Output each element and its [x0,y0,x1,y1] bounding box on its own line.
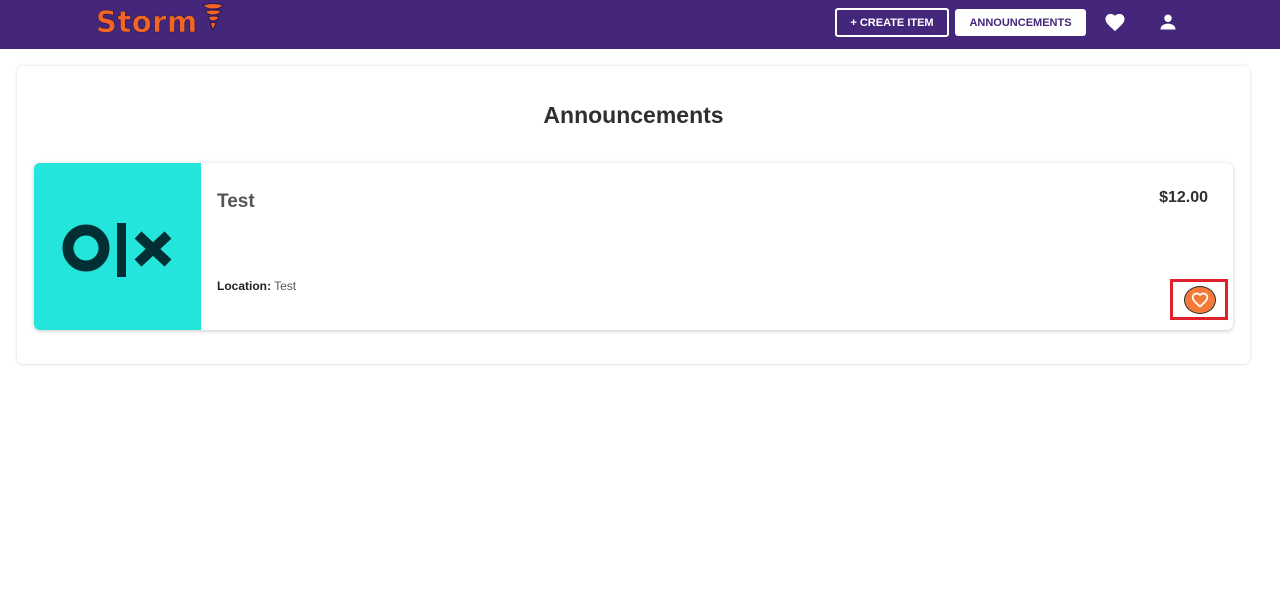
page-title: Announcements [543,102,724,128]
add-to-favorites-button[interactable] [1184,286,1216,314]
location-label: Location: [217,279,271,293]
profile-user-icon[interactable] [1158,12,1178,32]
announcement-card[interactable]: Test $12.00 Location: Test [34,163,1233,330]
announcement-location: Location: Test [217,279,296,293]
tornado-icon [201,2,224,37]
announcement-image [34,163,201,330]
announcement-price: $12.00 [1159,189,1208,206]
logo-text: Storm [96,5,198,40]
favorites-heart-icon[interactable] [1104,12,1126,32]
create-item-button[interactable]: + CREATE ITEM [835,8,949,37]
heart-outline-icon [1191,292,1209,308]
announcements-button[interactable]: ANNOUNCEMENTS [955,9,1086,36]
location-value: Test [274,279,297,293]
storm-logo[interactable]: Storm [96,2,224,40]
top-navbar: Storm + CREATE ITEM ANNOUNCEMENTS [0,0,1280,49]
announcement-title[interactable]: Test [217,191,255,213]
announcements-panel: Announcements Test $12.00 Location: Test [17,66,1250,364]
olx-logo [62,223,172,277]
